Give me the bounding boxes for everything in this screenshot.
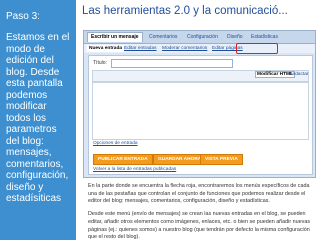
description-text: En la parte donde se encuentra la flecha…: [88, 183, 316, 247]
title-label: Título:: [93, 60, 107, 66]
post-body-textarea[interactable]: [92, 82, 309, 140]
publish-button[interactable]: PUBLICAR ENTRADA: [93, 154, 153, 165]
save-button[interactable]: GUARDAR AHORA: [153, 154, 207, 165]
tab-write-post[interactable]: Escribir un mensaje: [87, 32, 143, 42]
tab-comments[interactable]: Comentarios: [146, 33, 180, 42]
subtab-bar: Nueva entrada Editar entradas Moderar co…: [84, 44, 315, 53]
description-paragraph-2: Desde este menú (envío de mensajes) se c…: [88, 211, 311, 241]
embedded-screenshot: Escribir un mensaje Comentarios Configur…: [83, 30, 316, 178]
blog-title: Las herramientas 2.0 y la comunicació...: [82, 5, 288, 17]
tab-stats[interactable]: Estadísticas: [248, 33, 281, 42]
post-title-input[interactable]: [111, 59, 233, 68]
subtab-moderate-comments[interactable]: Moderar comentarios: [162, 45, 207, 52]
return-to-posts-link[interactable]: Volver a la lista de entradas publicadas: [93, 167, 176, 172]
subtab-edit-posts[interactable]: Editar entradas: [124, 45, 157, 52]
post-options-link[interactable]: Opciones de entrada: [93, 141, 138, 146]
step-heading: Paso 3:: [6, 11, 40, 22]
compose-tab[interactable]: Redactar: [289, 72, 308, 77]
preview-button[interactable]: VISTA PREVIA: [200, 154, 243, 165]
tab-settings[interactable]: Configuración: [184, 33, 221, 42]
editor-toolbar: Modificar HTML Redactar: [92, 70, 309, 82]
instruction-panel: Paso 3: Estamos en el modo de edición de…: [0, 0, 76, 240]
subtab-new-post[interactable]: Nueva entrada: [87, 45, 125, 52]
instruction-text: Estamos en el modo de edición del blog. …: [6, 32, 70, 204]
post-editor: Título: Modificar HTML Redactar Opciones…: [88, 55, 313, 175]
highlight-marker: [236, 43, 278, 54]
tab-design[interactable]: Diseño: [224, 33, 246, 42]
title-band: Las herramientas 2.0 y la comunicació...: [76, 0, 320, 30]
main-tabbar: Escribir un mensaje Comentarios Configur…: [84, 31, 315, 44]
description-paragraph-1: En la parte donde se encuentra la flecha…: [88, 183, 310, 205]
